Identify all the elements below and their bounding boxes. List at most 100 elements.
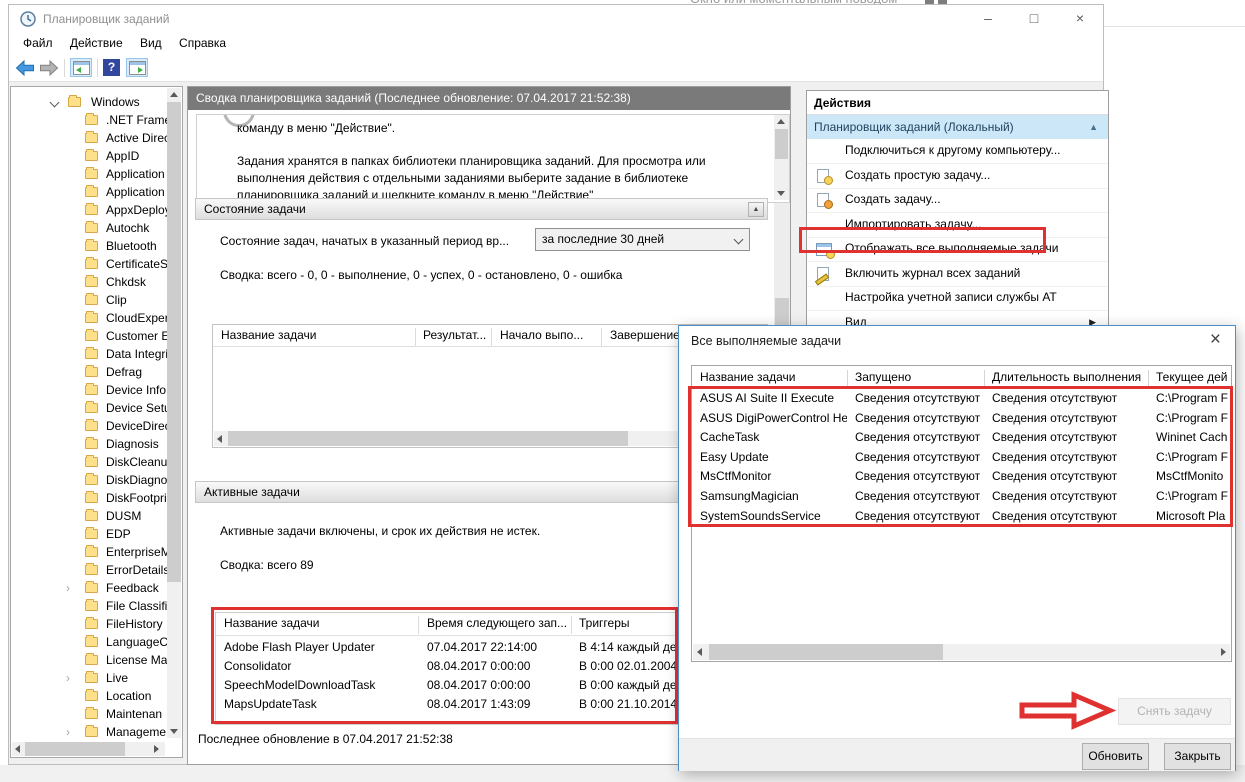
table-row[interactable]: MsCtfMonitor Сведения отсутствуют Сведен… bbox=[692, 467, 1231, 487]
action-connect-to-computer[interactable]: Подключиться к другому компьютеру... bbox=[807, 139, 1108, 164]
collapse-icon[interactable]: ▲ bbox=[1089, 115, 1098, 139]
action-create-task[interactable]: Создать задачу... bbox=[807, 188, 1108, 213]
chevron-down-icon[interactable] bbox=[50, 98, 60, 108]
action-enable-task-history[interactable]: Включить журнал всех заданий bbox=[807, 262, 1108, 287]
tree-item[interactable]: Location bbox=[11, 688, 182, 706]
tree-item[interactable]: Maintenan bbox=[11, 706, 182, 724]
tree-item[interactable]: CloudExper bbox=[11, 310, 182, 328]
menu-bar: Файл Действие Вид Справка bbox=[9, 33, 1103, 54]
tree-item[interactable]: ErrorDetails bbox=[11, 562, 182, 580]
tree-item[interactable]: DiskDiagno bbox=[11, 472, 182, 490]
column-header[interactable]: Начало выпо... bbox=[500, 328, 583, 342]
tree-item[interactable]: Chkdsk bbox=[11, 274, 182, 292]
tree-item[interactable]: License Ma bbox=[11, 652, 182, 670]
table-row[interactable]: ASUS DigiPowerControl Help Сведения отсу… bbox=[692, 409, 1231, 429]
overview-scrollbar[interactable] bbox=[774, 115, 789, 200]
tree-horizontal-scrollbar[interactable] bbox=[12, 742, 165, 756]
chevron-right-icon[interactable]: › bbox=[66, 581, 70, 595]
table-row[interactable]: Easy Update Сведения отсутствуют Сведени… bbox=[692, 448, 1231, 468]
refresh-button[interactable]: Обновить bbox=[1082, 743, 1149, 770]
tree-item[interactable]: LanguageC bbox=[11, 634, 182, 652]
tree-item[interactable]: DiskCleanu bbox=[11, 454, 182, 472]
column-header[interactable]: Название задачи bbox=[221, 328, 317, 342]
dialog-close-icon[interactable]: × bbox=[1210, 329, 1221, 351]
column-header[interactable]: Триггеры bbox=[579, 616, 630, 630]
current-action-cell: C:\Program F bbox=[1156, 489, 1230, 503]
tree-item[interactable]: Device Setu bbox=[11, 400, 182, 418]
next-run-cell: 07.04.2017 22:14:00 bbox=[427, 640, 572, 654]
tree-item[interactable]: Data Integri bbox=[11, 346, 182, 364]
tree-item[interactable]: AppID bbox=[11, 148, 182, 166]
tree-item[interactable]: Application bbox=[11, 184, 182, 202]
column-header[interactable]: Результат... bbox=[423, 328, 486, 342]
actions-group-task-scheduler-local[interactable]: Планировщик заданий (Локальный) ▲ bbox=[807, 115, 1108, 139]
table-row[interactable]: SamsungMagician Сведения отсутствуют Све… bbox=[692, 487, 1231, 507]
task-history-icon bbox=[816, 266, 832, 282]
tree-item[interactable]: DeviceDirec bbox=[11, 418, 182, 436]
column-header[interactable]: Текущее дей bbox=[1156, 370, 1228, 384]
tree-item[interactable]: .NET Frame bbox=[11, 112, 182, 130]
forward-icon[interactable] bbox=[39, 60, 59, 76]
triggers-cell: В 0:00 каждый день bbox=[579, 678, 689, 692]
tree-item[interactable]: › Live bbox=[11, 670, 182, 688]
task-name-cell: Easy Update bbox=[700, 450, 847, 464]
column-header[interactable]: Название задачи bbox=[700, 370, 796, 384]
column-header[interactable]: Название задачи bbox=[224, 616, 320, 630]
tree-vertical-scrollbar[interactable] bbox=[167, 88, 181, 738]
tree-item[interactable]: Application bbox=[11, 166, 182, 184]
action-display-running-tasks[interactable]: Отображать все выполняемые задачи bbox=[807, 237, 1108, 262]
tree-item[interactable]: EnterpriseM bbox=[11, 544, 182, 562]
table-row[interactable]: SystemSoundsService Сведения отсутствуют… bbox=[692, 507, 1231, 527]
menu-view[interactable]: Вид bbox=[140, 33, 162, 54]
action-import-task[interactable]: Импортировать задачу... bbox=[807, 213, 1108, 238]
tree-item[interactable]: DiskFootpri bbox=[11, 490, 182, 508]
menu-file[interactable]: Файл bbox=[23, 33, 53, 54]
tree-item[interactable]: EDP bbox=[11, 526, 182, 544]
tree-item[interactable]: CertificateS bbox=[11, 256, 182, 274]
chevron-right-icon[interactable]: › bbox=[66, 725, 70, 739]
tree-item-label: Defrag bbox=[106, 365, 142, 379]
tree-item-windows[interactable]: Windows bbox=[11, 94, 182, 112]
table-row[interactable]: ASUS AI Suite II Execute Сведения отсутс… bbox=[692, 389, 1231, 409]
tree-item[interactable]: Device Info bbox=[11, 382, 182, 400]
tree-item[interactable]: Diagnosis bbox=[11, 436, 182, 454]
close-dialog-button[interactable]: Закрыть bbox=[1164, 743, 1231, 770]
tree-item[interactable]: DUSM bbox=[11, 508, 182, 526]
tree-item[interactable]: File Classifi bbox=[11, 598, 182, 616]
tree-item[interactable]: › Manageme bbox=[11, 724, 182, 742]
column-header[interactable]: Время следующего зап... bbox=[427, 616, 567, 630]
column-header[interactable]: Запущено bbox=[855, 370, 911, 384]
maximize-button[interactable]: □ bbox=[1011, 5, 1057, 33]
status-section-header[interactable]: Состояние задачи ▲ bbox=[195, 198, 768, 220]
action-create-basic-task[interactable]: Создать простую задачу... bbox=[807, 164, 1108, 189]
tree-item[interactable]: Autochk bbox=[11, 220, 182, 238]
tree-item[interactable]: Customer E bbox=[11, 328, 182, 346]
tree-item[interactable]: Active Direc bbox=[11, 130, 182, 148]
actions-group-label: Планировщик заданий (Локальный) bbox=[814, 120, 1014, 134]
tree-item[interactable]: Defrag bbox=[11, 364, 182, 382]
action-pane-icon[interactable] bbox=[126, 58, 148, 77]
collapse-icon[interactable]: ▲ bbox=[748, 202, 764, 217]
chevron-right-icon[interactable]: › bbox=[66, 671, 70, 685]
tree-item-label: License Ma bbox=[106, 653, 167, 667]
column-header[interactable]: Длительность выполнения bbox=[992, 370, 1141, 384]
menu-action[interactable]: Действие bbox=[70, 33, 123, 54]
action-at-service-account[interactable]: Настройка учетной записи службы АТ bbox=[807, 286, 1108, 311]
next-run-cell: 08.04.2017 0:00:00 bbox=[427, 678, 572, 692]
minimize-button[interactable]: – bbox=[965, 5, 1011, 33]
tree-item[interactable]: Clip bbox=[11, 292, 182, 310]
tree-item[interactable]: AppxDeploy bbox=[11, 202, 182, 220]
close-button[interactable]: × bbox=[1057, 5, 1103, 33]
tree-item-label: FileHistory bbox=[106, 617, 163, 631]
help-icon[interactable]: ? bbox=[103, 59, 120, 76]
tree-item[interactable]: FileHistory bbox=[11, 616, 182, 634]
menu-help[interactable]: Справка bbox=[179, 33, 226, 54]
dialog-horizontal-scrollbar[interactable] bbox=[693, 644, 1230, 660]
end-task-button[interactable]: Снять задачу bbox=[1118, 698, 1231, 725]
back-icon[interactable] bbox=[15, 60, 35, 76]
table-row[interactable]: CacheTask Сведения отсутствуют Сведения … bbox=[692, 428, 1231, 448]
tree-item[interactable]: › Feedback bbox=[11, 580, 182, 598]
console-tree-icon[interactable] bbox=[70, 58, 92, 77]
period-dropdown[interactable]: за последние 30 дней bbox=[535, 228, 750, 251]
tree-item[interactable]: Bluetooth bbox=[11, 238, 182, 256]
